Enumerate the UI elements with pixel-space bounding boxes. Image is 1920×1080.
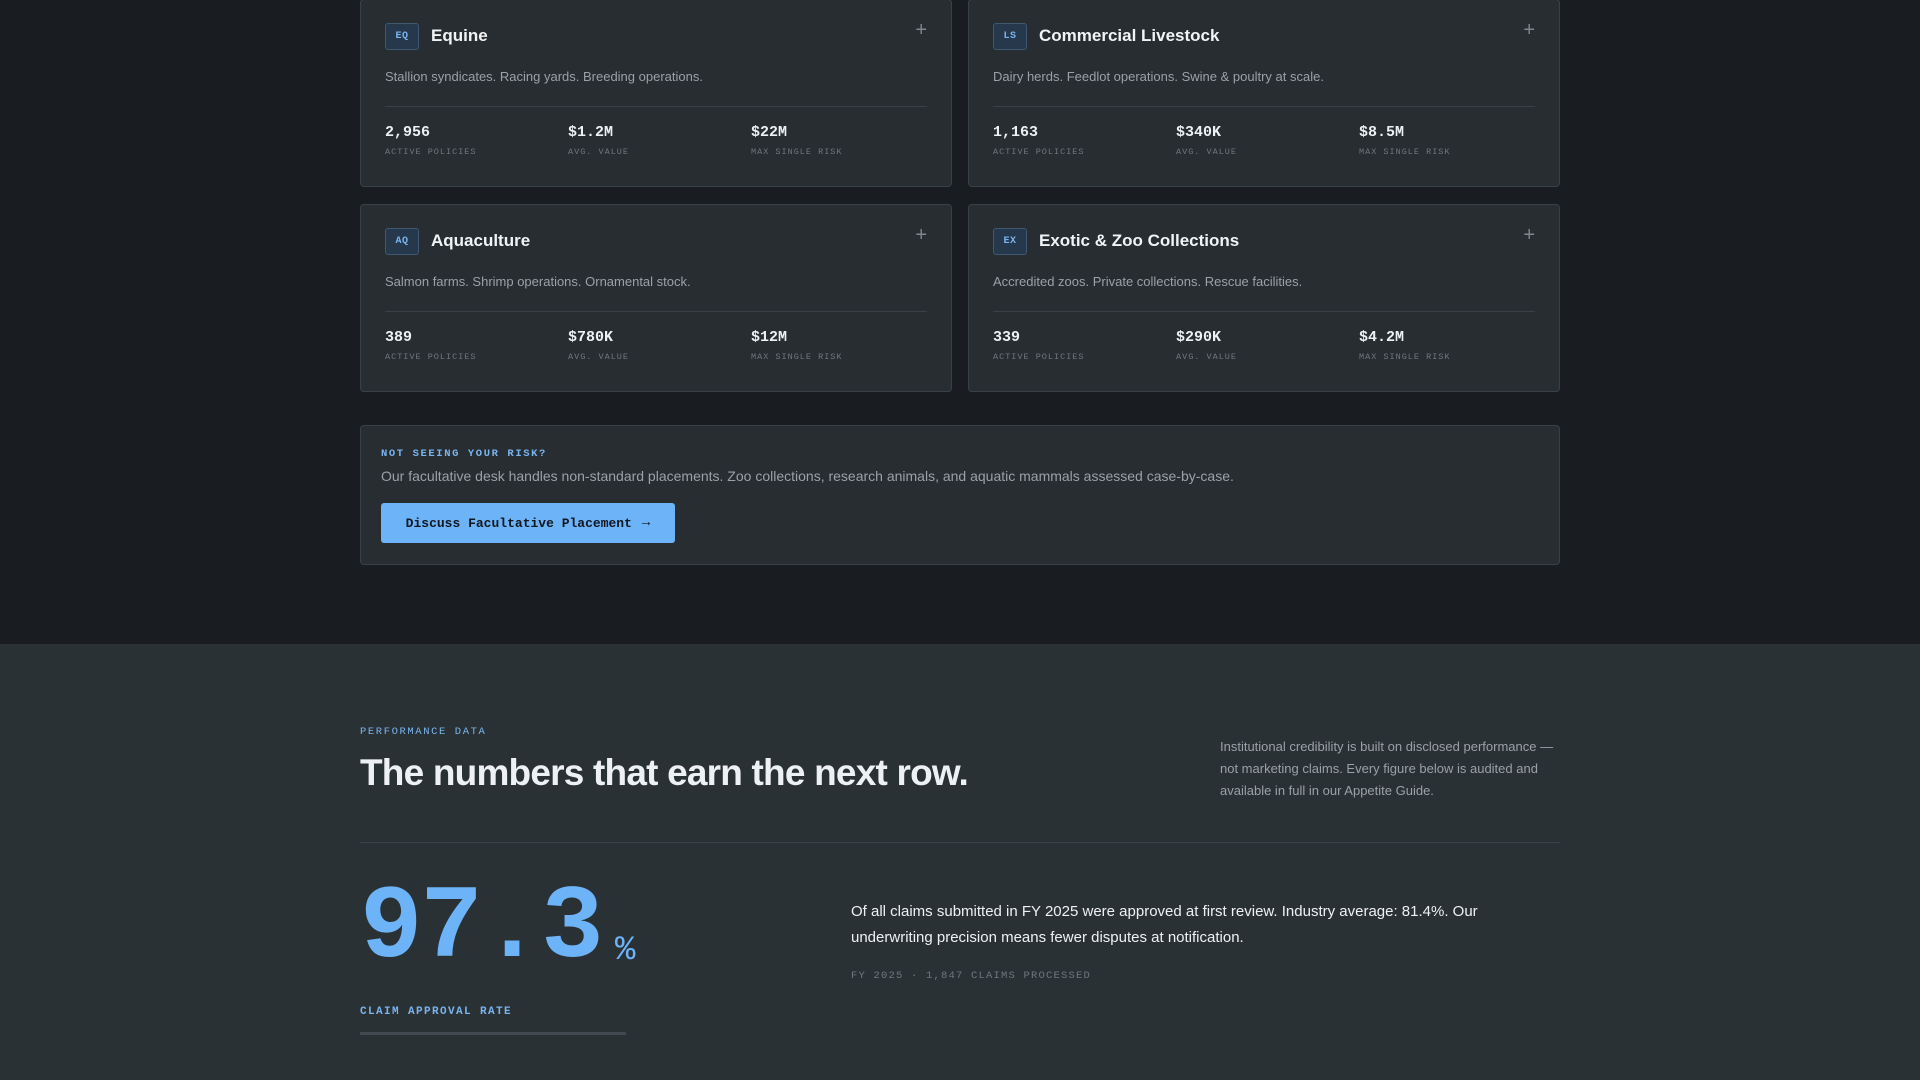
section-title: The numbers that earn the next row. [360, 752, 969, 793]
card-title: Aquaculture [431, 231, 531, 250]
section-divider [360, 842, 1560, 843]
stat-value: 389 [385, 329, 413, 346]
stat-avg-value: $340K AVG. VALUE [1176, 124, 1237, 157]
arrow-right-icon: → [641, 515, 651, 531]
stat-max-single-risk: $12M MAX SINGLE RISK [751, 329, 843, 362]
coverage-card-exotic-zoo[interactable]: EX Exotic & Zoo Collections + Accredited… [968, 204, 1560, 392]
card-title: Exotic & Zoo Collections [1039, 231, 1240, 250]
stat-avg-value: $1.2M AVG. VALUE [568, 124, 629, 157]
card-code-badge: EQ [385, 23, 419, 50]
cta-text: Our facultative desk handles non-standar… [381, 468, 1234, 484]
metric-label: CLAIM APPROVAL RATE [360, 1006, 513, 1018]
facultative-cta-panel: NOT SEEING YOUR RISK? Our facultative de… [360, 425, 1560, 565]
coverage-card-aquaculture[interactable]: AQ Aquaculture + Salmon farms. Shrimp op… [360, 204, 952, 392]
card-title: Commercial Livestock [1039, 26, 1220, 45]
stat-value: 2,956 [385, 124, 431, 141]
stat-value: $780K [568, 329, 614, 346]
stat-label: ACTIVE POLICIES [385, 147, 477, 157]
section-intro: Institutional credibility is built on di… [1220, 739, 1554, 798]
card-code-badge: LS [993, 23, 1027, 50]
coverage-card-equine[interactable]: EQ Equine + Stallion syndicates. Racing … [360, 0, 952, 187]
section-eyebrow: PERFORMANCE DATA [360, 726, 487, 738]
metric-underline [360, 1032, 626, 1035]
stat-avg-value: $290K AVG. VALUE [1176, 329, 1237, 362]
stat-label: ACTIVE POLICIES [385, 352, 477, 362]
stat-value: 339 [993, 329, 1021, 346]
metric-description: Of all claims submitted in FY 2025 were … [851, 903, 1478, 946]
stat-value: $12M [751, 329, 788, 346]
stat-max-single-risk: $4.2M MAX SINGLE RISK [1359, 329, 1451, 362]
performance-section: PERFORMANCE DATA The numbers that earn t… [0, 644, 1920, 1080]
cta-eyebrow: NOT SEEING YOUR RISK? [381, 448, 547, 460]
cta-button-label: Discuss Facultative Placement [405, 515, 632, 531]
stat-active-policies: 389 ACTIVE POLICIES [385, 329, 477, 362]
stat-label: MAX SINGLE RISK [1359, 352, 1451, 362]
card-code-badge: AQ [385, 228, 419, 255]
card-description: Stallion syndicates. Racing yards. Breed… [385, 69, 703, 84]
stat-avg-value: $780K AVG. VALUE [568, 329, 629, 362]
stat-label: ACTIVE POLICIES [993, 352, 1085, 362]
stat-label: AVG. VALUE [1176, 147, 1238, 157]
metric-meta: FY 2025 · 1,847 CLAIMS PROCESSED [851, 970, 1092, 982]
expand-plus-icon[interactable]: + [1523, 20, 1535, 40]
stat-active-policies: 339 ACTIVE POLICIES [993, 329, 1085, 362]
card-description: Salmon farms. Shrimp operations. Ornamen… [385, 274, 691, 289]
card-divider [385, 311, 927, 312]
stat-active-policies: 2,956 ACTIVE POLICIES [385, 124, 477, 157]
stat-value: $290K [1176, 329, 1222, 346]
stat-value: $8.5M [1359, 124, 1405, 141]
stat-value: $4.2M [1359, 329, 1405, 346]
expand-plus-icon[interactable]: + [1523, 225, 1535, 245]
discuss-facultative-placement-button[interactable]: Discuss Facultative Placement → [381, 503, 675, 543]
stat-value: 1,163 [993, 124, 1039, 141]
stat-label: AVG. VALUE [568, 147, 630, 157]
stat-value: $22M [751, 124, 788, 141]
card-description: Dairy herds. Feedlot operations. Swine &… [993, 69, 1324, 84]
card-divider [993, 311, 1535, 312]
card-code-badge: EX [993, 228, 1027, 255]
stat-active-policies: 1,163 ACTIVE POLICIES [993, 124, 1085, 157]
claim-approval-rate-value: 97.3 [360, 870, 604, 988]
expand-plus-icon[interactable]: + [915, 20, 927, 40]
stat-label: AVG. VALUE [568, 352, 630, 362]
stat-label: ACTIVE POLICIES [993, 147, 1085, 157]
stat-label: MAX SINGLE RISK [751, 147, 843, 157]
stat-label: MAX SINGLE RISK [1359, 147, 1451, 157]
stat-max-single-risk: $22M MAX SINGLE RISK [751, 124, 843, 157]
expand-plus-icon[interactable]: + [915, 225, 927, 245]
stat-max-single-risk: $8.5M MAX SINGLE RISK [1359, 124, 1451, 157]
stat-value: $1.2M [568, 124, 614, 141]
stat-label: AVG. VALUE [1176, 352, 1238, 362]
card-divider [385, 106, 927, 107]
card-description: Accredited zoos. Private collections. Re… [993, 274, 1303, 289]
card-divider [993, 106, 1535, 107]
stat-label: MAX SINGLE RISK [751, 352, 843, 362]
stat-value: $340K [1176, 124, 1222, 141]
percent-unit: % [615, 932, 636, 970]
card-title: Equine [431, 26, 488, 45]
coverage-card-livestock[interactable]: LS Commercial Livestock + Dairy herds. F… [968, 0, 1560, 187]
